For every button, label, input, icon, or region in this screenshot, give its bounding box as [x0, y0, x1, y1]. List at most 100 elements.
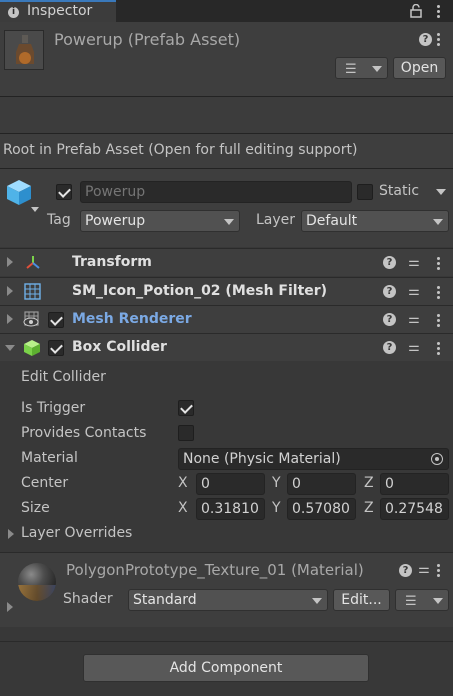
static-dropdown-arrow[interactable] — [436, 189, 446, 195]
foldout-arrow-open[interactable] — [5, 345, 15, 351]
tab-bar: i Inspector — [0, 0, 453, 22]
mesh-renderer-header[interactable]: Mesh Renderer ? ⚌ — [0, 305, 453, 333]
size-x-label: X — [178, 500, 188, 516]
edit-collider-label[interactable]: Edit Collider — [21, 369, 106, 385]
material-value: None (Physic Material) — [183, 451, 341, 467]
transform-icon — [24, 254, 42, 272]
divider — [0, 641, 453, 642]
mesh-filter-title: SM_Icon_Potion_02 (Mesh Filter) — [72, 283, 328, 299]
tag-dropdown[interactable]: Powerup — [80, 210, 240, 232]
lock-icon[interactable] — [410, 3, 422, 18]
presets-icon[interactable]: ⚌ — [406, 284, 422, 300]
box-collider-title: Box Collider — [72, 339, 167, 355]
tab-inspector-label: Inspector — [27, 3, 93, 19]
center-y-label: Y — [272, 475, 281, 491]
layer-overrides-label[interactable]: Layer Overrides — [21, 525, 132, 541]
icon-dropdown-arrow[interactable] — [31, 207, 39, 212]
material-title: PolygonPrototype_Texture_01 (Material) — [66, 561, 364, 579]
tab-inspector[interactable]: i Inspector — [0, 0, 116, 22]
shader-dropdown[interactable]: Standard — [128, 589, 328, 611]
header-spacer — [0, 97, 453, 133]
component-menu-icon[interactable] — [436, 285, 440, 299]
size-z-field[interactable]: 0.27548 — [380, 498, 449, 520]
size-z-label: Z — [364, 500, 374, 516]
size-x-field[interactable]: 0.31810 — [196, 498, 265, 520]
material-field[interactable]: None (Physic Material) — [178, 448, 449, 470]
material-preview-icon — [18, 563, 56, 601]
mesh-renderer-title: Mesh Renderer — [72, 311, 192, 327]
open-button[interactable]: Open — [393, 57, 446, 79]
tag-value: Powerup — [85, 213, 146, 229]
layer-overrides-foldout[interactable] — [8, 529, 14, 539]
name-field[interactable] — [80, 181, 352, 203]
active-checkbox[interactable] — [56, 184, 72, 200]
is-trigger-checkbox[interactable] — [178, 400, 194, 416]
help-icon[interactable]: ? — [419, 33, 432, 46]
component-menu-icon[interactable] — [436, 563, 440, 577]
static-checkbox[interactable] — [357, 184, 373, 200]
material-label: Material — [21, 450, 78, 466]
presets-icon[interactable]: ⚌ — [416, 562, 432, 578]
transform-header[interactable]: Transform ? ⚌ — [0, 248, 453, 276]
mesh-renderer-icon — [22, 311, 41, 328]
tag-label: Tag — [47, 212, 71, 228]
layer-dropdown[interactable]: Default — [301, 210, 449, 232]
foldout-arrow[interactable] — [7, 314, 13, 324]
help-icon[interactable]: ? — [383, 313, 396, 326]
asset-menu-icon[interactable] — [436, 32, 440, 46]
static-label: Static — [379, 183, 420, 199]
info-icon: i — [8, 7, 19, 18]
mesh-filter-header[interactable]: SM_Icon_Potion_02 (Mesh Filter) ? ⚌ — [0, 277, 453, 305]
center-label: Center — [21, 475, 69, 491]
box-collider-header[interactable]: Box Collider ? ⚌ — [0, 333, 453, 361]
size-label: Size — [21, 500, 50, 516]
center-z-label: Z — [364, 475, 374, 491]
shader-label: Shader — [63, 591, 113, 607]
box-collider-enabled-checkbox[interactable] — [48, 340, 64, 356]
component-menu-icon[interactable] — [436, 313, 440, 327]
component-menu-icon[interactable] — [436, 256, 440, 270]
material-foldout[interactable] — [7, 602, 13, 612]
shader-value: Standard — [133, 592, 197, 608]
center-z-field[interactable]: 0 — [380, 473, 449, 495]
tab-menu-icon[interactable] — [436, 4, 440, 18]
component-menu-icon[interactable] — [436, 341, 440, 355]
list-icon: ☰ — [345, 62, 357, 77]
help-icon[interactable]: ? — [383, 285, 396, 298]
help-icon[interactable]: ? — [383, 341, 396, 354]
center-x-label: X — [178, 475, 188, 491]
edit-shader-button[interactable]: Edit... — [333, 589, 390, 611]
asset-title: Powerup (Prefab Asset) — [54, 30, 241, 49]
mesh-renderer-enabled-checkbox[interactable] — [48, 312, 64, 328]
center-y-field[interactable]: 0 — [287, 473, 356, 495]
material-section: PolygonPrototype_Texture_01 (Material) ?… — [0, 553, 453, 627]
size-y-field[interactable]: 0.57080 — [287, 498, 356, 520]
presets-icon[interactable]: ⚌ — [406, 255, 422, 271]
box-collider-icon — [23, 339, 41, 357]
list-icon: ☰ — [405, 594, 417, 609]
root-notice-bar: Root in Prefab Asset (Open for full edit… — [0, 134, 453, 168]
size-y-label: Y — [272, 500, 281, 516]
provides-contacts-checkbox[interactable] — [178, 425, 194, 441]
center-x-field[interactable]: 0 — [196, 473, 265, 495]
help-icon[interactable]: ? — [399, 564, 412, 577]
help-icon[interactable]: ? — [383, 256, 396, 269]
provides-contacts-label: Provides Contacts — [21, 425, 147, 441]
foldout-arrow[interactable] — [7, 286, 13, 296]
layer-label: Layer — [256, 212, 296, 228]
root-notice: Root in Prefab Asset (Open for full edit… — [3, 142, 358, 158]
asset-header: Powerup (Prefab Asset) ? ☰ Open — [0, 22, 453, 96]
transform-title: Transform — [72, 254, 152, 270]
mesh-filter-icon — [24, 283, 41, 300]
add-component-button[interactable]: Add Component — [83, 654, 369, 682]
prefab-thumbnail — [4, 30, 44, 70]
is-trigger-label: Is Trigger — [21, 400, 86, 416]
presets-icon[interactable]: ⚌ — [406, 340, 422, 356]
layer-value: Default — [306, 213, 358, 229]
foldout-arrow[interactable] — [7, 257, 13, 267]
presets-icon[interactable]: ⚌ — [406, 312, 422, 328]
gameobject-header: Static Tag Powerup Layer Default — [0, 169, 453, 247]
asset-settings-dropdown[interactable]: ☰ — [335, 57, 388, 79]
shader-options-dropdown[interactable]: ☰ — [395, 589, 449, 611]
cube-icon — [4, 177, 34, 207]
